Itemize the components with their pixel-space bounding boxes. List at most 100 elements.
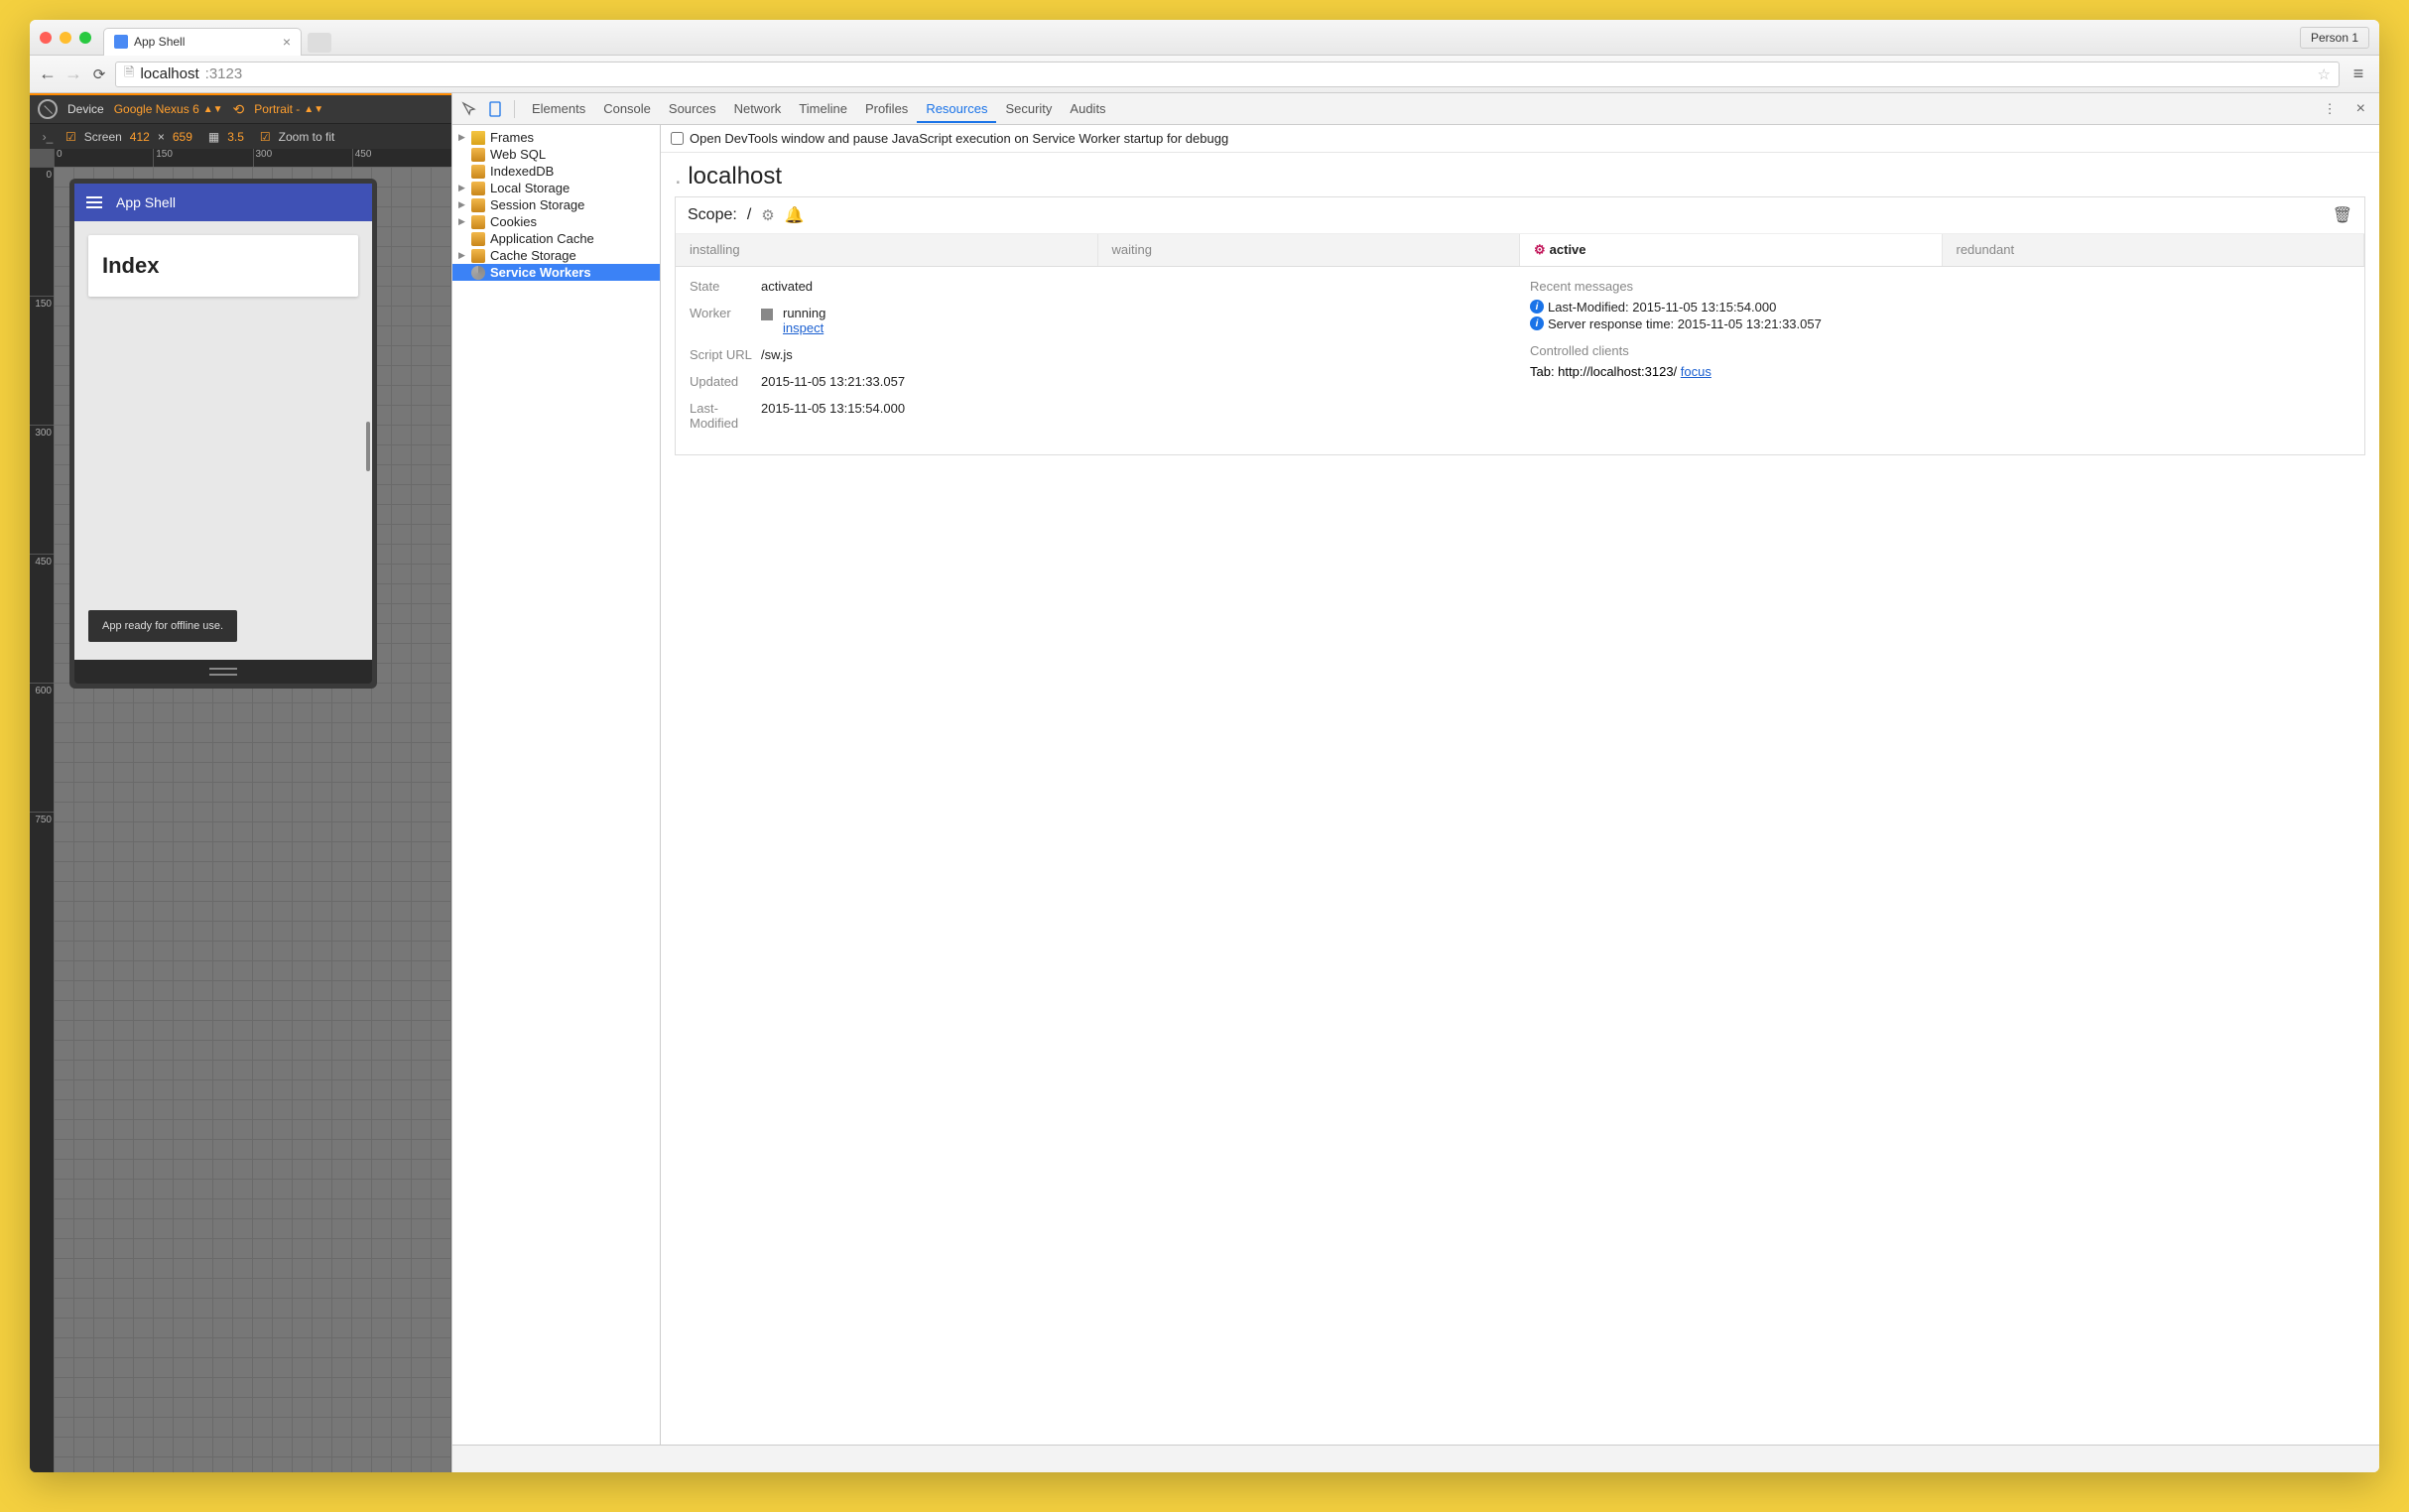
sw-tab-waiting[interactable]: waiting xyxy=(1098,234,1521,266)
reload-button[interactable]: ⟳ xyxy=(89,65,109,83)
titlebar: App Shell × Person 1 xyxy=(30,20,2379,56)
forward-button[interactable]: → xyxy=(63,63,83,84)
inspect-icon[interactable] xyxy=(458,98,480,120)
focus-link[interactable]: focus xyxy=(1681,364,1712,379)
info-icon: i xyxy=(1530,316,1544,330)
minimize-window[interactable] xyxy=(60,32,71,44)
devtools-tab-profiles[interactable]: Profiles xyxy=(856,94,917,123)
close-window[interactable] xyxy=(40,32,52,44)
sw-panel: Scope: / ⚙ 🔔 🗑 installingwaitingactivere… xyxy=(675,196,2365,455)
device-select[interactable]: Google Nexus 6 ▲▼ xyxy=(114,102,223,116)
sw-tab-redundant[interactable]: redundant xyxy=(1943,234,2365,266)
sw-startup-option[interactable]: Open DevTools window and pause JavaScrip… xyxy=(661,125,2379,153)
tree-item-local-storage[interactable]: ▶Local Storage xyxy=(452,180,660,196)
browser-window: App Shell × Person 1 ← → ⟳ 🗎 localhost:3… xyxy=(30,20,2379,1472)
tree-item-service-workers[interactable]: Service Workers xyxy=(452,264,660,281)
updown-icon: ▲▼ xyxy=(304,104,323,115)
tree-item-indexeddb[interactable]: IndexedDB xyxy=(452,163,660,180)
tree-item-cache-storage[interactable]: ▶Cache Storage xyxy=(452,247,660,264)
content-area: | Device Google Nexus 6 ▲▼ ⟲ Portrait - … xyxy=(30,93,2379,1472)
tree-item-cookies[interactable]: ▶Cookies xyxy=(452,213,660,230)
url-input[interactable]: 🗎 localhost:3123 ☆ xyxy=(115,62,2340,87)
ruler-tick: 450 xyxy=(352,149,451,167)
arrow-icon: ▶ xyxy=(458,183,466,193)
db-ic-icon xyxy=(471,232,485,246)
devtools-tab-resources[interactable]: Resources xyxy=(917,94,996,123)
screen-checkbox[interactable]: ☑ xyxy=(65,130,76,144)
trash-icon[interactable]: 🗑 xyxy=(2333,205,2352,225)
device-toolbar: | Device Google Nexus 6 ▲▼ ⟲ Portrait - … xyxy=(30,93,451,123)
client-line: Tab: http://localhost:3123/ focus xyxy=(1530,364,2350,379)
devtools-close-icon[interactable]: × xyxy=(2348,100,2373,118)
db-ic-icon xyxy=(471,148,485,162)
tree-item-frames[interactable]: ▶Frames xyxy=(452,129,660,146)
maximize-window[interactable] xyxy=(79,32,91,44)
back-button[interactable]: ← xyxy=(38,63,58,84)
devtools-tab-timeline[interactable]: Timeline xyxy=(790,94,856,123)
devtools-tab-audits[interactable]: Audits xyxy=(1061,94,1114,123)
gear-icon[interactable]: ⚙ xyxy=(761,206,774,224)
separator xyxy=(514,100,515,118)
sw-pause-checkbox[interactable] xyxy=(671,132,684,145)
screen-width[interactable]: 412 xyxy=(130,130,150,144)
client-prefix: Tab: http://localhost:3123/ xyxy=(1530,364,1681,379)
hamburger-icon[interactable] xyxy=(86,196,102,208)
devtools-drawer[interactable] xyxy=(452,1445,2379,1472)
tree-item-application-cache[interactable]: Application Cache xyxy=(452,230,660,247)
devtools-tabbar: ElementsConsoleSourcesNetworkTimelinePro… xyxy=(452,93,2379,125)
tree-item-label: Session Storage xyxy=(490,197,584,212)
browser-menu-icon[interactable]: ≡ xyxy=(2346,62,2371,87)
tree-item-label: Application Cache xyxy=(490,231,594,246)
devtools-tab-elements[interactable]: Elements xyxy=(523,94,594,123)
disable-emulation-icon[interactable]: | xyxy=(34,95,62,123)
tree-item-web-sql[interactable]: Web SQL xyxy=(452,146,660,163)
worker-status: running xyxy=(783,306,825,320)
device-screen[interactable]: App Shell Index App ready for offline us… xyxy=(74,184,372,660)
inspect-link[interactable]: inspect xyxy=(783,320,824,335)
sw-details: Stateactivated Worker running inspect xyxy=(676,267,2364,454)
folder-y-icon xyxy=(471,131,485,145)
bookmark-icon[interactable]: ☆ xyxy=(2318,65,2331,83)
info-icon: i xyxy=(1530,300,1544,314)
ruler-tick: 600 xyxy=(30,683,54,812)
page-icon: 🗎 xyxy=(124,63,134,85)
rotate-icon[interactable]: ⟲ xyxy=(233,101,245,118)
zoom-checkbox[interactable]: ☑ xyxy=(260,130,271,144)
stop-icon[interactable] xyxy=(761,309,773,320)
app-title: App Shell xyxy=(116,194,176,210)
tree-item-label: IndexedDB xyxy=(490,164,554,179)
orientation-select[interactable]: Portrait - ▲▼ xyxy=(254,102,323,116)
db-ic-icon xyxy=(471,165,485,179)
device-panel: | Device Google Nexus 6 ▲▼ ⟲ Portrait - … xyxy=(30,93,451,1472)
device-selected: Google Nexus 6 xyxy=(114,102,199,116)
profile-button[interactable]: Person 1 xyxy=(2300,27,2369,49)
devtools-tab-console[interactable]: Console xyxy=(594,94,660,123)
devtools-tab-security[interactable]: Security xyxy=(996,94,1061,123)
devtools-tab-network[interactable]: Network xyxy=(725,94,791,123)
console-icon[interactable]: ›_ xyxy=(38,130,58,144)
script-label: Script URL xyxy=(690,347,761,362)
address-bar: ← → ⟳ 🗎 localhost:3123 ☆ ≡ xyxy=(30,56,2379,93)
devtools: ElementsConsoleSourcesNetworkTimelinePro… xyxy=(451,93,2379,1472)
tree-item-session-storage[interactable]: ▶Session Storage xyxy=(452,196,660,213)
device-mode-icon[interactable] xyxy=(484,98,506,120)
dpr-value[interactable]: 3.5 xyxy=(227,130,244,144)
screen-height[interactable]: 659 xyxy=(173,130,192,144)
sw-tab-installing[interactable]: installing xyxy=(676,234,1098,266)
resources-tree: ▶FramesWeb SQLIndexedDB▶Local Storage▶Se… xyxy=(452,125,661,1445)
new-tab-button[interactable] xyxy=(308,33,331,53)
devtools-menu-icon[interactable]: ⋮ xyxy=(2316,101,2345,117)
scope-label: Scope: xyxy=(688,206,737,224)
ruler-area: 0150300450 0150300450600750 App Shell In… xyxy=(30,149,451,1472)
ruler-tick: 0 xyxy=(54,149,153,167)
sw-tab-active[interactable]: active xyxy=(1520,234,1943,266)
tree-item-label: Cache Storage xyxy=(490,248,576,263)
browser-tab[interactable]: App Shell × xyxy=(103,28,302,56)
device-label: Device xyxy=(67,102,104,116)
devtools-tab-sources[interactable]: Sources xyxy=(660,94,725,123)
close-tab-icon[interactable]: × xyxy=(283,34,291,50)
bell-icon[interactable]: 🔔 xyxy=(785,205,805,225)
sw-scope-row: Scope: / ⚙ 🔔 🗑 xyxy=(676,197,2364,234)
screen-x: × xyxy=(158,130,165,144)
device-home-bar[interactable] xyxy=(74,660,372,684)
